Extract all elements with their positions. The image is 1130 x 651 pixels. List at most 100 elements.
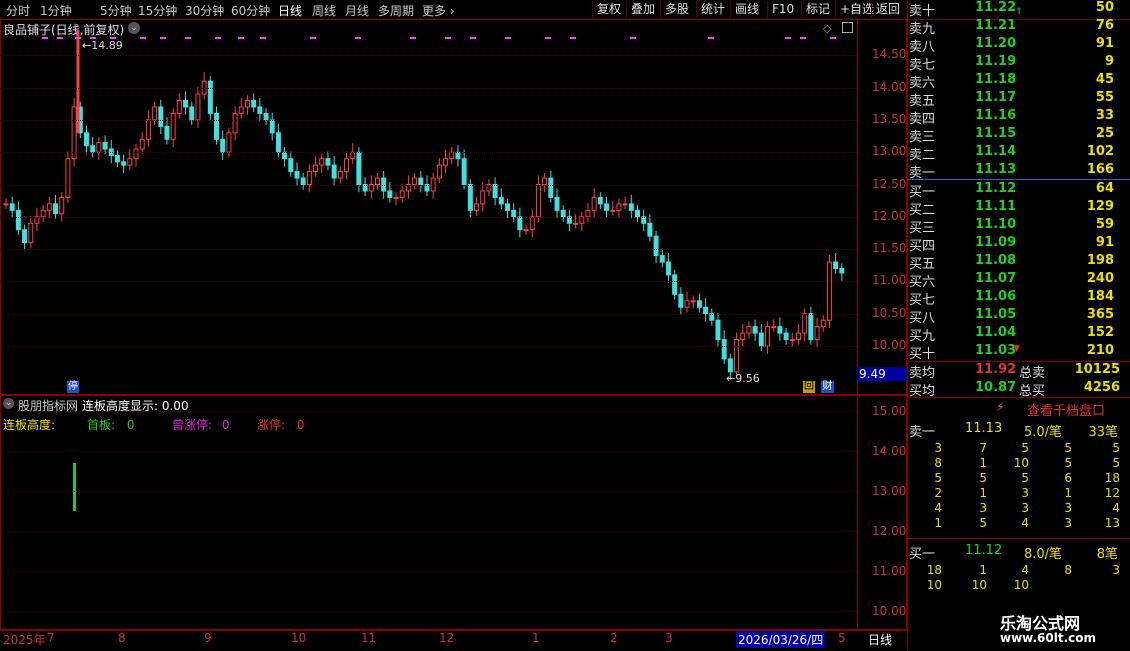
ask-row[interactable]: 卖三 11.15 25 xyxy=(909,126,1130,145)
candle xyxy=(170,108,176,148)
period-tab-15min[interactable]: 15分钟 xyxy=(138,2,177,19)
time-tick-label: 10 xyxy=(291,631,307,645)
f10-button[interactable]: F10 xyxy=(767,1,798,18)
candle xyxy=(820,315,826,332)
tick-volume: 6 xyxy=(1064,471,1072,485)
candle-body xyxy=(474,203,480,211)
limit-up-marker xyxy=(545,37,551,39)
stats-button[interactable]: 统计 xyxy=(696,1,729,18)
draw-line-button[interactable]: 画线 xyxy=(730,1,763,18)
candle xyxy=(529,209,535,238)
ask-row[interactable]: 卖二 11.14 102 xyxy=(909,144,1130,163)
candle xyxy=(678,287,684,315)
tick-volume: 12 xyxy=(1104,486,1120,500)
limit-up-marker xyxy=(75,37,81,39)
candle-body xyxy=(176,100,182,114)
bid-row[interactable]: 买二 11.11 129 xyxy=(909,199,1130,218)
multi-stock-button[interactable]: 多股 xyxy=(660,1,693,18)
candle-body xyxy=(740,332,746,341)
ask-row[interactable]: 卖九 11.21 76 xyxy=(909,18,1130,37)
candle xyxy=(90,136,96,158)
candle xyxy=(152,101,158,126)
review-badge[interactable]: 回 xyxy=(803,381,815,393)
bid-row[interactable]: 买四 11.09 91 xyxy=(909,235,1130,254)
candle-body xyxy=(65,158,71,198)
ask-row[interactable]: 卖七 11.19 9 xyxy=(909,54,1130,73)
grid-line xyxy=(0,281,857,283)
candle xyxy=(517,207,523,238)
level-volume: 50 xyxy=(1095,0,1114,15)
candlestick-chart xyxy=(3,30,845,380)
level-volume: 91 xyxy=(1095,36,1114,51)
bid-row[interactable]: 买九 11.04 152 xyxy=(909,325,1130,344)
period-tab-more[interactable]: 更多 › xyxy=(422,2,455,19)
candle xyxy=(263,108,269,126)
candle-body xyxy=(121,161,127,166)
candle xyxy=(96,137,102,160)
level-label: 买三 xyxy=(909,221,936,236)
tick-volume: 5 xyxy=(1064,441,1072,455)
back-button[interactable]: 返回 xyxy=(871,1,904,18)
limit-up-marker xyxy=(185,37,191,39)
suspend-badge[interactable]: 停 xyxy=(67,381,79,393)
bid-row[interactable]: 买一 11.12 64 xyxy=(909,181,1130,200)
view-depth-link[interactable]: 查看千档盘口 xyxy=(1027,400,1105,419)
candle xyxy=(771,319,777,332)
level-label: 买七 xyxy=(909,293,936,308)
level-price: 11.19 xyxy=(975,54,1017,69)
candle-body xyxy=(604,203,610,211)
candle xyxy=(214,106,219,145)
chevron-down-icon[interactable]: ⌄ xyxy=(3,398,14,409)
period-tab-monthly[interactable]: 月线 xyxy=(345,2,369,19)
limit-up-marker xyxy=(445,37,451,39)
candle-body xyxy=(387,190,393,198)
overlay-button[interactable]: 叠加 xyxy=(626,1,659,18)
finance-badge[interactable]: 财 xyxy=(821,381,834,393)
candle xyxy=(436,158,442,184)
period-tab-30min[interactable]: 30分钟 xyxy=(185,2,224,19)
ask-row[interactable]: 卖五 11.17 55 xyxy=(909,90,1130,109)
price-tick-label: 14.50 xyxy=(872,47,907,62)
grid-line xyxy=(0,571,857,572)
ask-row[interactable]: 卖六 11.18 45 xyxy=(909,72,1130,91)
ask-row[interactable]: 卖八 11.20 91 xyxy=(909,36,1130,55)
period-tab-1min[interactable]: 1分钟 xyxy=(40,2,72,19)
ask-row[interactable]: 卖四 11.16 33 xyxy=(909,108,1130,127)
limit-up-marker xyxy=(215,37,221,39)
candle xyxy=(696,293,702,313)
grid-line xyxy=(0,531,857,532)
period-tab-timeshare[interactable]: 分时 xyxy=(6,2,30,19)
period-tab-60min[interactable]: 60分钟 xyxy=(231,2,270,19)
period-tab-multi[interactable]: 多周期 xyxy=(378,2,414,19)
buy-tick-divider xyxy=(907,538,1130,539)
tick-volume: 1 xyxy=(979,486,987,500)
bid-row[interactable]: 买八 11.05 365 xyxy=(909,307,1130,326)
buy1-label: 买一 xyxy=(909,547,936,562)
candle xyxy=(635,205,640,222)
bid-row[interactable]: 买五 11.08 198 xyxy=(909,253,1130,272)
candle xyxy=(344,151,350,180)
period-tab-5min[interactable]: 5分钟 xyxy=(100,2,132,19)
watermark-url: www.60lt.com xyxy=(1000,631,1097,645)
candle xyxy=(597,192,603,210)
bid-row[interactable]: 买七 11.06 184 xyxy=(909,289,1130,308)
ask-row[interactable]: 卖一 11.13 166 xyxy=(909,162,1130,181)
candle xyxy=(158,99,164,135)
buy1-price: 11.12 xyxy=(965,543,1003,558)
price-tick-label: 11.00 xyxy=(872,273,907,288)
buy1-per: 8.0/笔 xyxy=(1024,547,1063,562)
period-tab-weekly[interactable]: 周线 xyxy=(312,2,336,19)
period-tab-daily[interactable]: 日线 xyxy=(278,2,302,19)
mark-button[interactable]: 标记 xyxy=(801,1,834,18)
adjust-button[interactable]: 复权 xyxy=(592,1,625,18)
limit-up-marker xyxy=(310,37,316,39)
period-label[interactable]: 日线 xyxy=(868,631,892,648)
bid-row[interactable]: 买六 11.07 240 xyxy=(909,271,1130,290)
bid-row[interactable]: 买三 11.10 59 xyxy=(909,217,1130,236)
candle xyxy=(220,130,226,160)
candle xyxy=(145,110,151,148)
candle xyxy=(201,72,207,100)
candle xyxy=(795,324,801,345)
candle xyxy=(752,319,758,341)
limit-up-marker xyxy=(800,37,806,39)
